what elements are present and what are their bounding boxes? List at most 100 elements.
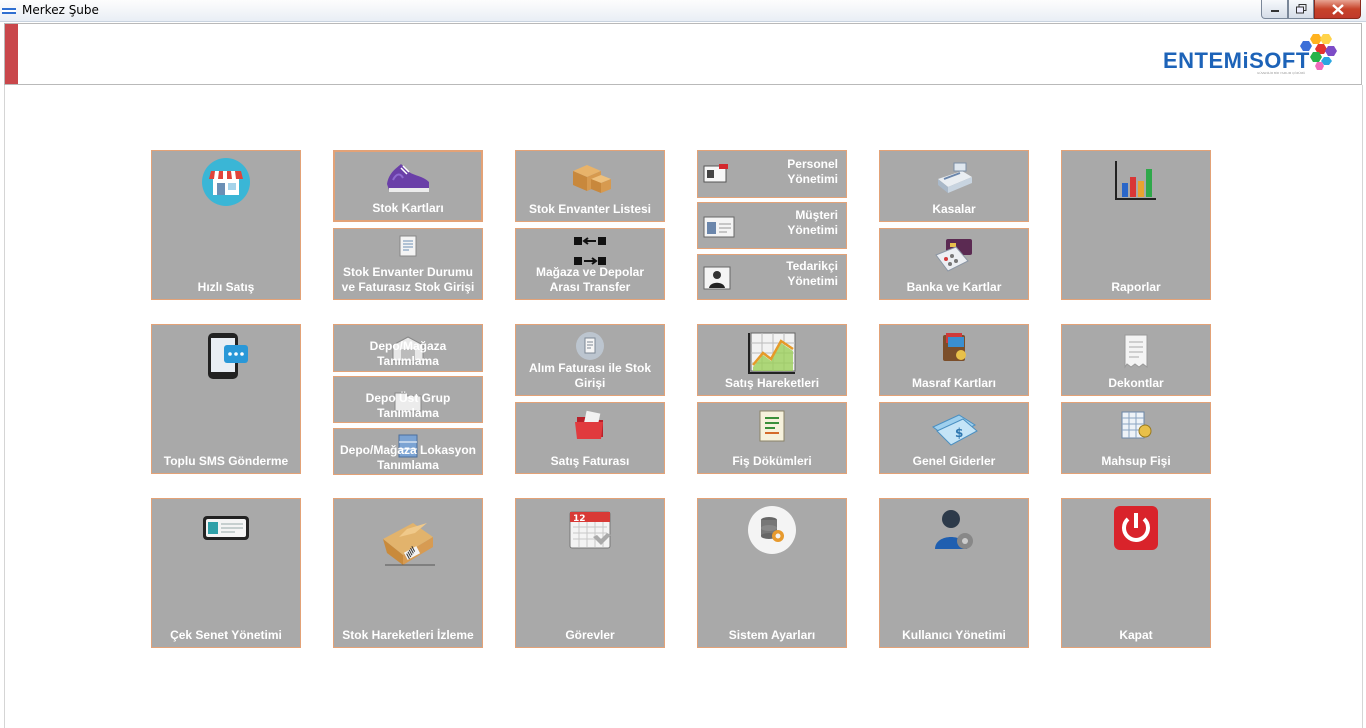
restore-button[interactable] [1288,0,1314,19]
receipt-icon [1124,334,1148,369]
invoice-icon [576,332,604,360]
close-button[interactable] [1314,0,1361,19]
tile-fis-dokumleri[interactable]: Fiş Dökümleri [697,402,847,474]
window-title: Merkez Şube [22,3,99,17]
tile-masraf-kartlari[interactable]: Masraf Kartları [879,324,1029,396]
tile-label: Depo/Mağaza Tanımlama [369,339,447,368]
tile-raporlar[interactable]: Raporlar [1061,150,1211,300]
tile-label: Depo Üst Grup Tanımlama [365,391,451,420]
tile-alim-faturasi[interactable]: Alım Faturası ile Stok Girişi [515,324,665,396]
user-settings-icon [935,510,973,549]
header-bar: ENTEMiSOFT GÜVENİLİR BİR YAZILIM ÇÖZÜMÜ [4,23,1362,85]
tile-label: Çek Senet Yönetimi [170,628,282,642]
smartphone-sms-icon [208,333,248,379]
store-icon [202,158,250,206]
sneaker-icon [387,164,429,192]
tile-label: Masraf Kartları [911,376,997,390]
tile-stok-envanter-durumu[interactable]: Stok Envanter Durumu ve Faturasız Stok G… [333,228,483,300]
tile-label: Stok Envanter Listesi [528,202,652,216]
brand-logo: ENTEMiSOFT GÜVENİLİR BİR YAZILIM ÇÖZÜMÜ [1163,30,1343,78]
ledger-icon [1121,411,1152,439]
tile-gorevler[interactable]: 12 Görevler [515,498,665,648]
transfer-arrows-icon [574,237,606,265]
tile-stok-kartlari[interactable]: Stok Kartları [333,150,483,222]
tile-label: Sistem Ayarları [728,628,816,642]
app-icon [2,8,16,14]
tile-depo-lokasyon[interactable]: Depo/Mağaza Lokasyon Tanımlama [333,428,483,475]
minimize-button[interactable] [1261,0,1288,19]
tile-label: Stok Kartları [372,201,444,215]
contact-card-icon [703,216,735,238]
tile-label: Dekontlar [1108,376,1164,390]
database-settings-icon [748,506,796,554]
tile-satis-hareketleri[interactable]: Satış Hareketleri [697,324,847,396]
tile-hizli-satis[interactable]: Hızlı Satış [151,150,301,300]
red-folder-icon [575,410,603,439]
id-card-icon [703,164,728,183]
hexagon-logo-icon [1300,34,1337,70]
wallet-icon [943,333,966,361]
right-frame [1362,85,1366,728]
businessman-icon [703,266,731,290]
money-cards-icon: $ [932,414,978,446]
tile-label: Raporlar [1111,280,1161,294]
document-icon [399,235,417,257]
calculator-card-icon [935,239,972,272]
tile-magaza-transfer[interactable]: Mağaza ve Depolar Arası Transfer [515,228,665,300]
minimize-icon [1270,10,1279,12]
tile-label: Hızlı Satış [197,280,255,294]
tile-sistem-ayarlari[interactable]: Sistem Ayarları [697,498,847,648]
tile-label: Fiş Dökümleri [732,454,812,468]
tile-kasalar[interactable]: Kasalar [879,150,1029,222]
tile-label: Tedarikçi Yönetimi [786,259,838,288]
title-bar: Merkez Şube [0,0,1366,22]
tile-label: Mağaza ve Depolar Arası Transfer [535,265,645,294]
tile-dekontlar[interactable]: Dekontlar [1061,324,1211,396]
tile-label: Stok Envanter Durumu ve Faturasız Stok G… [341,265,475,294]
tile-depo-ust-grup[interactable]: Depo Üst Grup Tanımlama [333,376,483,423]
calendar-day: 12 [573,514,586,524]
cash-register-icon [938,162,972,193]
restore-icon [1295,4,1306,14]
tile-label: Genel Giderler [912,454,996,468]
tile-label: Kullanıcı Yönetimi [902,628,1006,642]
tile-tedarikci-yonetimi[interactable]: Tedarikçi Yönetimi [697,254,847,300]
header-accent [5,24,18,84]
tile-genel-giderler[interactable]: $ Genel Giderler [879,402,1029,474]
close-icon [1331,3,1344,15]
tile-label: Mahsup Fişi [1101,454,1171,468]
tile-label: Banka ve Kartlar [906,280,1002,294]
tile-depo-magaza-tanimlama[interactable]: Depo/Mağaza Tanımlama [333,324,483,372]
bar-chart-icon [1115,161,1156,200]
tile-label: Kasalar [932,202,976,216]
tile-label: Stok Hareketleri İzleme [342,628,474,642]
tile-toplu-sms[interactable]: Toplu SMS Gönderme [151,324,301,474]
tile-label: Toplu SMS Gönderme [163,454,289,468]
package-icon [383,523,435,566]
left-frame [0,85,5,728]
tile-kapat[interactable]: Kapat [1061,498,1211,648]
tile-satis-faturasi[interactable]: Satış Faturası [515,402,665,474]
tile-stok-envanter-listesi[interactable]: Stok Envanter Listesi [515,150,665,222]
boxes-icon [573,165,611,193]
tile-banka-kartlar[interactable]: Banka ve Kartlar [879,228,1029,300]
tile-label: Görevler [565,628,615,642]
tile-label: Personel Yönetimi [787,157,838,186]
calendar-icon: 12 [569,511,611,549]
tile-mahsup-fisi[interactable]: Mahsup Fişi [1061,402,1211,474]
svg-text:$: $ [955,426,963,440]
tile-label: Satış Faturası [550,454,630,468]
power-icon [1114,506,1158,550]
tile-cek-senet[interactable]: Çek Senet Yönetimi [151,498,301,648]
line-chart-icon [748,332,796,374]
tile-stok-hareketleri[interactable]: Stok Hareketleri İzleme [333,498,483,648]
tile-kullanici-yonetimi[interactable]: Kullanıcı Yönetimi [879,498,1029,648]
tile-label: Depo/Mağaza Lokasyon Tanımlama [339,443,477,472]
cheque-icon [203,516,249,540]
tile-personel-yonetimi[interactable]: Personel Yönetimi [697,150,847,198]
tile-label: Alım Faturası ile Stok Girişi [528,361,652,390]
tile-label: Müşteri Yönetimi [787,208,838,237]
receipt-list-icon [759,410,785,442]
tile-musteri-yonetimi[interactable]: Müşteri Yönetimi [697,202,847,249]
tile-label: Satış Hareketleri [724,376,820,390]
